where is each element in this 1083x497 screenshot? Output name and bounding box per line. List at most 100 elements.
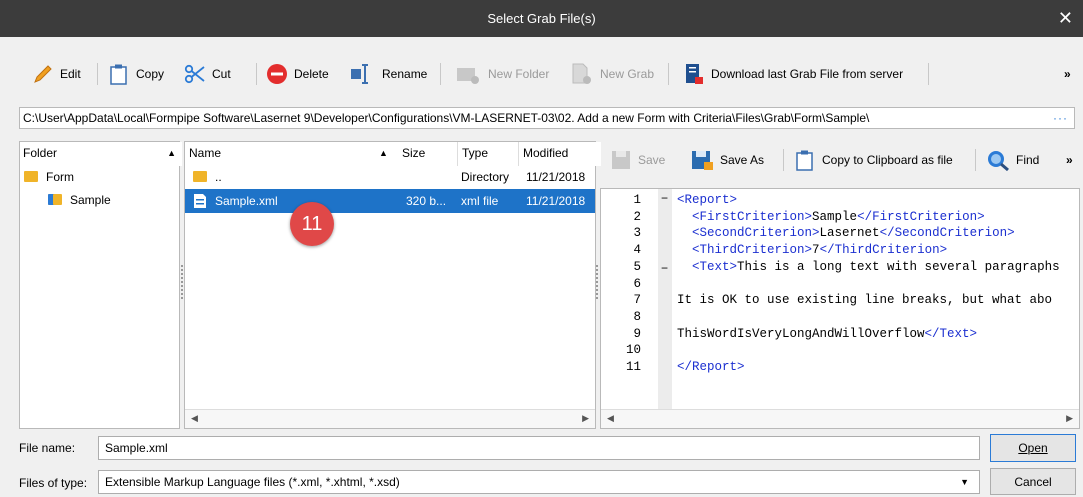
column-type[interactable]: Type (457, 142, 512, 166)
open-label: Open (1018, 441, 1048, 455)
download-label: Download last Grab File from server (711, 67, 904, 81)
copy-clipboard-label: Copy to Clipboard as file (822, 153, 953, 167)
xml-tag: </Report> (677, 360, 745, 374)
xml-editor[interactable]: 1 2 3 4 5 6 7 8 9 10 11 − − <Report> <FirstCriteri… (600, 188, 1080, 429)
chevron-down-icon[interactable]: ▼ (960, 471, 969, 493)
path-more-button[interactable]: ··· (1053, 108, 1068, 128)
code-text: ThisWordIsVeryLongAndWillOverflow (677, 326, 925, 341)
copy-label: Copy (136, 67, 165, 81)
horizontal-scrollbar[interactable]: ◀ ▶ (185, 409, 595, 428)
scissors-icon (184, 64, 205, 84)
code-line: It is OK to use existing line breaks, bu… (677, 293, 1052, 307)
file-size: 320 b... (406, 194, 447, 208)
toolbar-separator (440, 63, 441, 85)
window-title: Select Grab File(s) (487, 11, 596, 26)
code-area[interactable]: <Report> <FirstCriterion>Sample</FirstCr… (677, 189, 1079, 409)
scroll-right-icon[interactable]: ▶ (582, 413, 589, 424)
folder-open-icon (48, 194, 62, 205)
file-name: Sample.xml (215, 194, 278, 208)
toolbar-overflow-button[interactable]: » (1064, 61, 1071, 87)
copy-clipboard-button[interactable]: Copy to Clipboard as file (794, 147, 953, 173)
line-number: 11 (625, 360, 641, 374)
toolbar-separator (668, 63, 669, 85)
splitter-handle[interactable] (596, 265, 599, 299)
scroll-left-icon[interactable]: ◀ (607, 413, 614, 424)
sort-up-icon: ▲ (379, 148, 388, 158)
new-grab-icon (572, 63, 591, 84)
file-list[interactable]: Name ▲ Size Type Modified .. Directory 1… (184, 141, 601, 429)
delete-label: Delete (294, 67, 329, 81)
folder-header[interactable]: Folder ▲ (20, 142, 182, 166)
copy-button[interactable]: Copy (108, 61, 164, 87)
new-folder-icon (457, 68, 479, 84)
code-text: Sample (812, 209, 858, 224)
column-name[interactable]: Name ▲ (189, 142, 388, 166)
line-number: 1 (633, 193, 641, 207)
file-type-select[interactable]: Extensible Markup Language files (*.xml,… (98, 470, 980, 494)
open-button[interactable]: Open (990, 434, 1076, 462)
scroll-left-icon[interactable]: ◀ (191, 413, 198, 424)
code-text: Lasernet (819, 226, 880, 241)
column-size[interactable]: Size (402, 142, 452, 166)
fold-collapse-icon[interactable]: − (661, 191, 668, 205)
save-as-button[interactable]: Save As (690, 147, 764, 173)
edit-button[interactable]: Edit (32, 61, 81, 87)
parent-folder-row: .. (193, 166, 222, 188)
editor-overflow-button[interactable]: » (1066, 147, 1073, 173)
file-name-input[interactable]: Sample.xml (98, 436, 980, 460)
folder-icon (24, 171, 38, 182)
code-line: <ThirdCriterion>7</ThirdCriterion> (677, 243, 947, 257)
toolbar-separator (783, 149, 784, 171)
download-file-icon (686, 64, 703, 84)
cancel-button[interactable]: Cancel (990, 468, 1076, 495)
delete-button[interactable]: Delete (266, 61, 329, 87)
path-field[interactable]: C:\User\AppData\Local\Formpipe Software\… (19, 107, 1075, 129)
edit-label: Edit (60, 67, 81, 81)
close-icon[interactable]: ✕ (1058, 8, 1073, 29)
editor-horizontal-scrollbar[interactable]: ◀ ▶ (601, 409, 1079, 428)
find-button[interactable]: Find (986, 147, 1039, 173)
xml-tag: </FirstCriterion> (857, 209, 985, 224)
download-grab-button[interactable]: Download last Grab File from server (683, 61, 903, 87)
new-folder-button[interactable]: New Folder (456, 61, 549, 87)
xml-tag: <SecondCriterion> (692, 226, 820, 241)
line-number: 3 (633, 226, 641, 241)
cut-button[interactable]: Cut (184, 61, 231, 87)
folder-item-sample[interactable]: Sample (48, 189, 111, 211)
column-modified[interactable]: Modified (518, 142, 601, 166)
fold-collapse-icon[interactable]: − (661, 261, 668, 275)
title-bar: Select Grab File(s) ✕ (0, 0, 1083, 37)
folder-label: Form (46, 170, 74, 184)
folder-tree[interactable]: Folder ▲ Form Sample (19, 141, 182, 429)
scroll-right-icon[interactable]: ▶ (1066, 413, 1073, 424)
line-number: 2 (633, 209, 641, 224)
file-row[interactable]: .. Directory 11/21/2018 (185, 166, 595, 188)
toolbar-separator (256, 63, 257, 85)
folder-label: Sample (70, 193, 111, 207)
line-number-gutter: 1 2 3 4 5 6 7 8 9 10 11 (601, 189, 657, 409)
new-grab-button[interactable]: New Grab (570, 61, 654, 87)
column-name-label: Name (189, 146, 222, 160)
editor-toolbar: Save Save As Copy to Clipboard as file F… (600, 141, 1080, 181)
xml-tag: <Report> (677, 193, 738, 207)
magnifier-icon (988, 151, 1009, 171)
save-as-icon (692, 151, 713, 170)
save-as-label: Save As (720, 153, 765, 167)
xml-tag: </ThirdCriterion> (819, 243, 948, 258)
file-row-selected[interactable]: Sample.xml 320 b... xml file 11/21/2018 (185, 189, 595, 213)
xml-tag: </Text> (924, 326, 978, 341)
rename-button[interactable]: Rename (350, 61, 427, 87)
new-grab-label: New Grab (600, 67, 655, 81)
line-number: 4 (633, 243, 641, 258)
pencil-icon (34, 65, 52, 83)
xml-tag: <FirstCriterion> (692, 209, 813, 224)
save-icon (612, 151, 630, 169)
save-button[interactable]: Save (610, 147, 665, 173)
file-modified: 11/21/2018 (526, 170, 586, 184)
file-type: Directory (461, 170, 510, 184)
code-line: <SecondCriterion>Lasernet</SecondCriteri… (677, 226, 1015, 240)
folder-item-form[interactable]: Form (24, 166, 74, 188)
